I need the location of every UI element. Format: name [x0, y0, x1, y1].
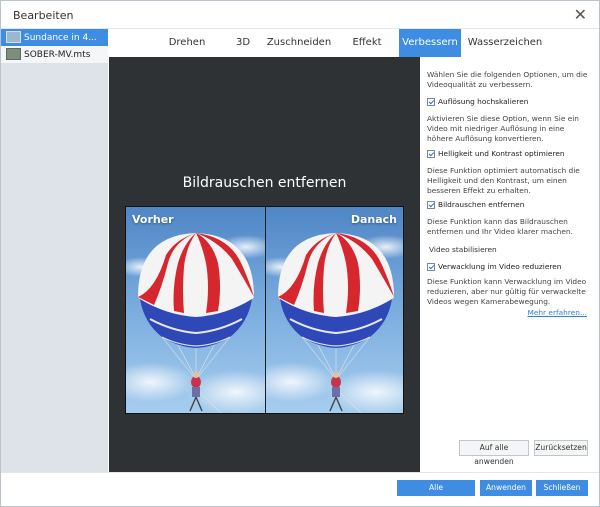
denoise-label: Bildrauschen entfernen — [438, 200, 525, 209]
file-name: SOBER-MV.mts — [24, 49, 91, 60]
upscale-checkbox[interactable]: Auflösung hochskalieren — [427, 97, 528, 106]
reset-button[interactable]: Zurücksetzen — [534, 440, 588, 456]
window-title: Bearbeiten — [13, 9, 74, 22]
after-label: Danach — [350, 213, 397, 226]
footer-bar: Alle wiederherstellen Anwenden Schließen — [1, 472, 599, 507]
video-thumbnail-icon — [6, 48, 21, 60]
apply-button[interactable]: Anwenden — [480, 480, 532, 496]
tab-zuschneiden[interactable]: Zuschneiden — [263, 29, 335, 57]
title-bar: Bearbeiten ✕ — [1, 1, 599, 29]
before-image: Vorher — [126, 207, 265, 413]
file-item-sundance[interactable]: Sundance in 4... — [1, 29, 108, 46]
shake-label: Verwacklung im Video reduzieren — [438, 262, 562, 271]
upscale-label: Auflösung hochskalieren — [438, 97, 529, 106]
file-name: Sundance in 4... — [24, 32, 97, 43]
parachute-image — [126, 207, 265, 413]
tab-verbessern[interactable]: Verbessern — [399, 29, 461, 57]
checkbox-checked-icon — [427, 97, 435, 106]
checkbox-checked-icon — [427, 262, 435, 271]
intro-text: Wählen Sie die folgenden Optionen, um di… — [427, 70, 588, 89]
preview-panel: Bildrauschen entfernen Vorher Danach — [109, 57, 420, 472]
shake-checkbox[interactable]: Verwacklung im Video reduzieren — [427, 262, 562, 271]
tab-3d[interactable]: 3D — [223, 29, 263, 57]
brightness-checkbox[interactable]: Helligkeit und Kontrast optimieren — [427, 149, 565, 158]
tab-wasserzeichen[interactable]: Wasserzeichen — [465, 29, 545, 57]
restore-all-button[interactable]: Alle wiederherstellen — [397, 480, 475, 507]
parachute-image — [265, 207, 403, 413]
checkbox-checked-icon — [427, 149, 435, 158]
close-button[interactable]: Schließen — [536, 480, 588, 496]
apply-all-button[interactable]: Auf alle anwenden — [459, 440, 529, 466]
shake-desc: Diese Funktion kann Verwacklung im Video… — [427, 277, 587, 306]
tab-bar: Drehen 3D Zuschneiden Effekt Verbessern … — [109, 29, 599, 57]
stabilize-heading: Video stabilisieren — [429, 245, 497, 254]
tab-effekt[interactable]: Effekt — [341, 29, 393, 57]
preview-title: Bildrauschen entfernen — [182, 175, 347, 191]
brightness-label: Helligkeit und Kontrast optimieren — [438, 149, 565, 158]
after-image: Danach — [264, 207, 403, 413]
learn-more-link[interactable]: Mehr erfahren... — [527, 308, 587, 317]
denoise-checkbox[interactable]: Bildrauschen entfernen — [427, 200, 524, 209]
edit-window: Bearbeiten ✕ Sundance in 4... SOBER-MV.m… — [0, 0, 600, 507]
denoise-desc: Diese Funktion kann das Bildrauschen ent… — [427, 217, 573, 236]
video-thumbnail-icon — [6, 31, 21, 43]
before-label: Vorher — [132, 213, 174, 226]
before-after-comparison: Vorher Danach — [125, 206, 404, 414]
upscale-desc: Aktivieren Sie diese Option, wenn Sie ei… — [427, 114, 579, 143]
close-icon[interactable]: ✕ — [574, 5, 587, 24]
tab-drehen[interactable]: Drehen — [151, 29, 223, 57]
enhance-settings: Wählen Sie die folgenden Optionen, um di… — [420, 57, 599, 472]
file-item-sober-mv[interactable]: SOBER-MV.mts — [1, 46, 108, 63]
file-list: Sundance in 4... SOBER-MV.mts — [1, 29, 108, 472]
brightness-desc: Diese Funktion optimiert automatisch die… — [427, 166, 580, 195]
checkbox-checked-icon — [427, 200, 435, 209]
